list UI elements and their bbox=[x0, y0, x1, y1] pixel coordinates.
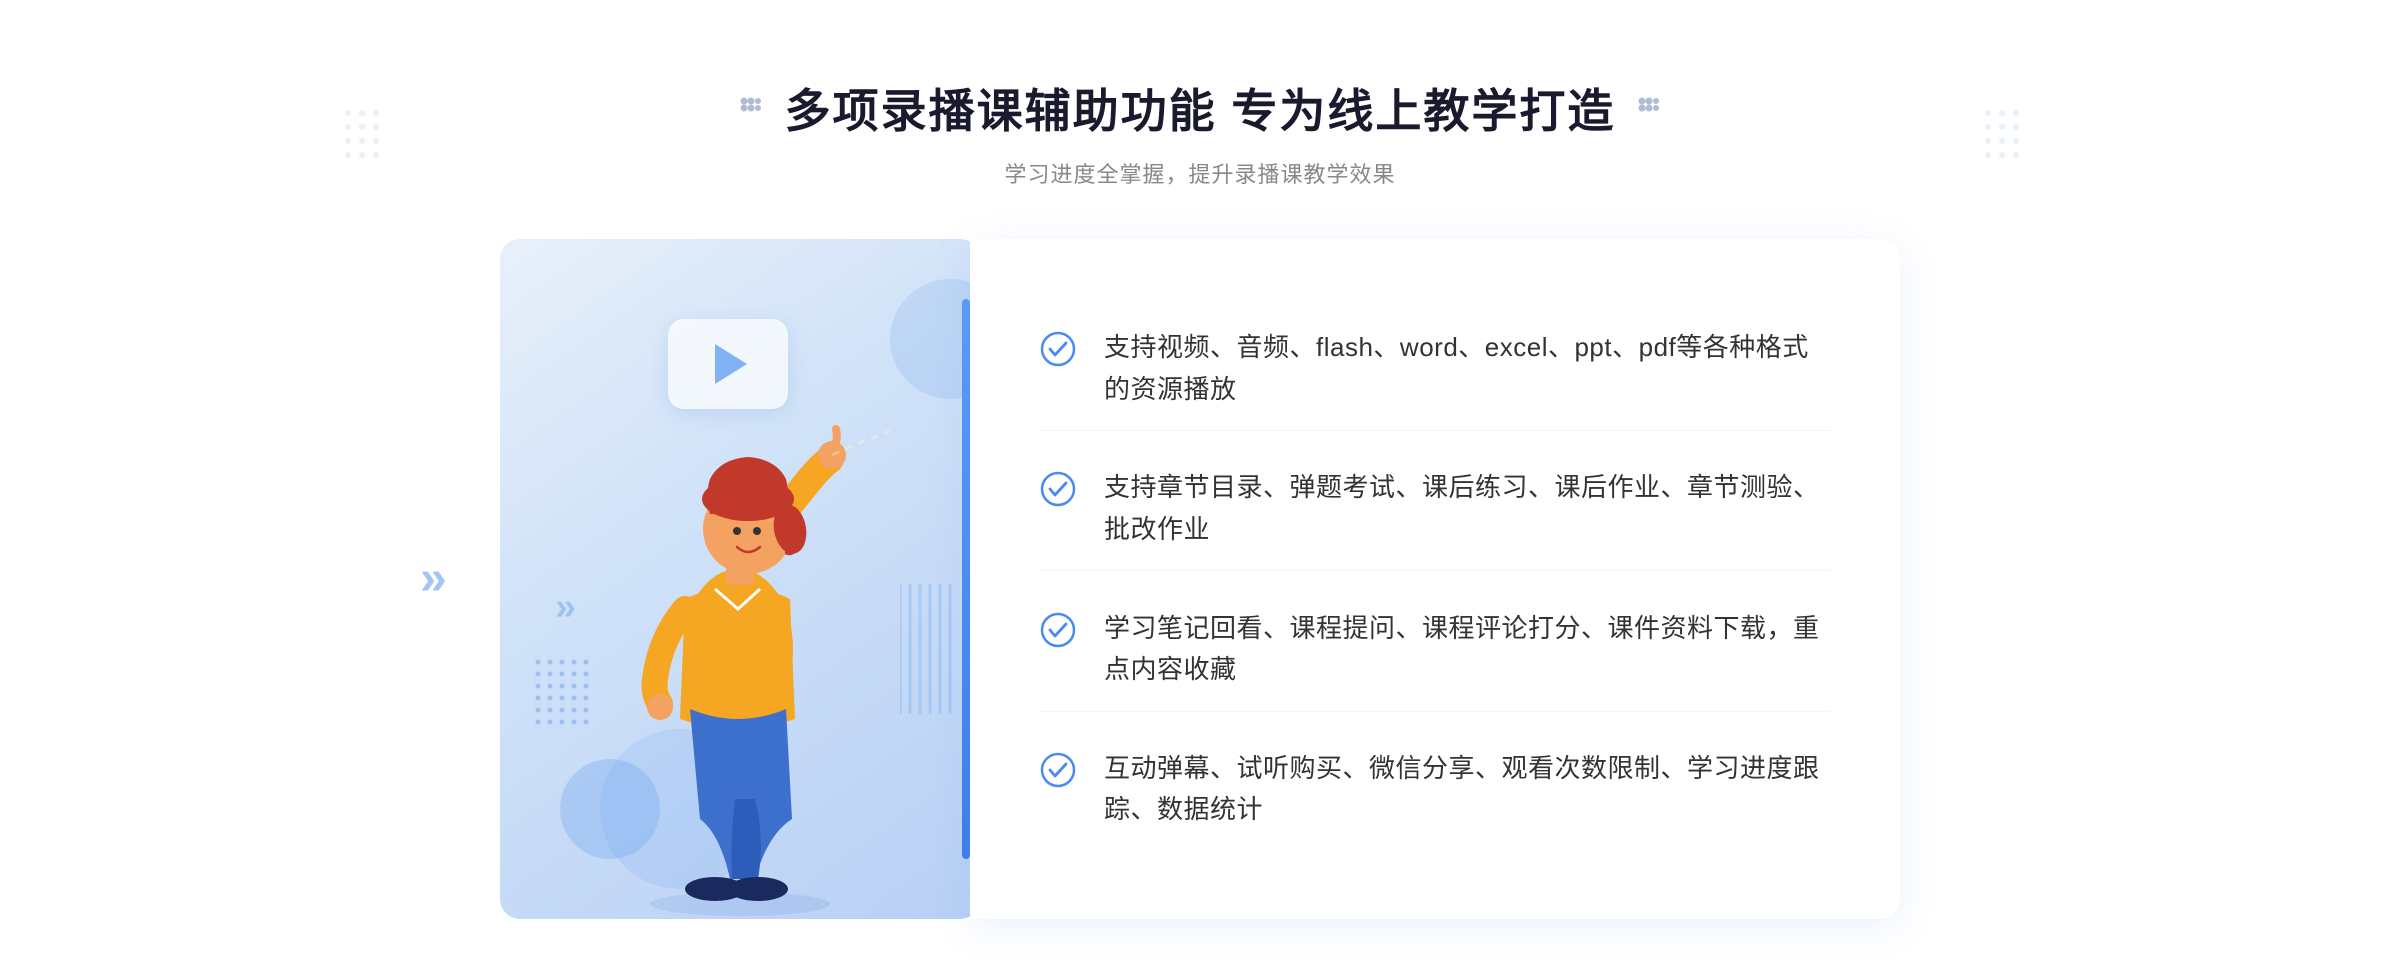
accent-bar bbox=[962, 299, 970, 859]
feature-text-4: 互动弹幕、试听购买、微信分享、观看次数限制、学习进度跟踪、数据统计 bbox=[1104, 748, 1830, 831]
stripe-deco bbox=[900, 584, 960, 719]
person-figure bbox=[590, 399, 890, 919]
left-decorator bbox=[737, 94, 765, 122]
feature-item-4: 互动弹幕、试听购买、微信分享、观看次数限制、学习进度跟踪、数据统计 bbox=[1040, 728, 1830, 851]
main-title: 多项录播课辅助功能 专为线上教学打造 bbox=[785, 75, 1616, 141]
check-circle-icon-3 bbox=[1040, 612, 1076, 648]
check-circle-icon-1 bbox=[1040, 331, 1076, 367]
subtitle: 学习进度全掌握，提升录播课教学效果 bbox=[1004, 157, 1395, 189]
content-area: » bbox=[500, 239, 1900, 919]
play-bubble bbox=[668, 319, 788, 409]
feature-item-1: 支持视频、音频、flash、word、excel、ppt、pdf等各种格式的资源… bbox=[1040, 307, 1830, 431]
play-icon bbox=[715, 344, 747, 384]
check-circle-icon-2 bbox=[1040, 471, 1076, 507]
feature-text-3: 学习笔记回看、课程提问、课程评论打分、课件资料下载，重点内容收藏 bbox=[1104, 608, 1830, 691]
feature-item-3: 学习笔记回看、课程提问、课程评论打分、课件资料下载，重点内容收藏 bbox=[1040, 588, 1830, 712]
right-panel: 支持视频、音频、flash、word、excel、ppt、pdf等各种格式的资源… bbox=[970, 239, 1900, 919]
feature-text-2: 支持章节目录、弹题考试、课后练习、课后作业、章节测验、批改作业 bbox=[1104, 467, 1830, 550]
feature-text-1: 支持视频、音频、flash、word、excel、ppt、pdf等各种格式的资源… bbox=[1104, 327, 1830, 410]
title-row: 多项录播课辅助功能 专为线上教学打造 bbox=[737, 75, 1664, 141]
header-section: 多项录播课辅助功能 专为线上教学打造 学习进度全掌握，提升录播课教学效果 bbox=[737, 75, 1664, 189]
dot-grid-right bbox=[1980, 105, 2060, 185]
dot-grid-left bbox=[340, 105, 420, 185]
feature-item-2: 支持章节目录、弹题考试、课后练习、课后作业、章节测验、批改作业 bbox=[1040, 447, 1830, 571]
double-chevron-deco: » bbox=[555, 586, 576, 629]
chevron-left-deco: » bbox=[420, 555, 447, 603]
check-circle-icon-4 bbox=[1040, 752, 1076, 788]
right-decorator bbox=[1635, 94, 1663, 122]
page-wrapper: 多项录播课辅助功能 专为线上教学打造 学习进度全掌握，提升录播课教学效果 » bbox=[0, 15, 2400, 959]
illustration-card: » bbox=[500, 239, 980, 919]
